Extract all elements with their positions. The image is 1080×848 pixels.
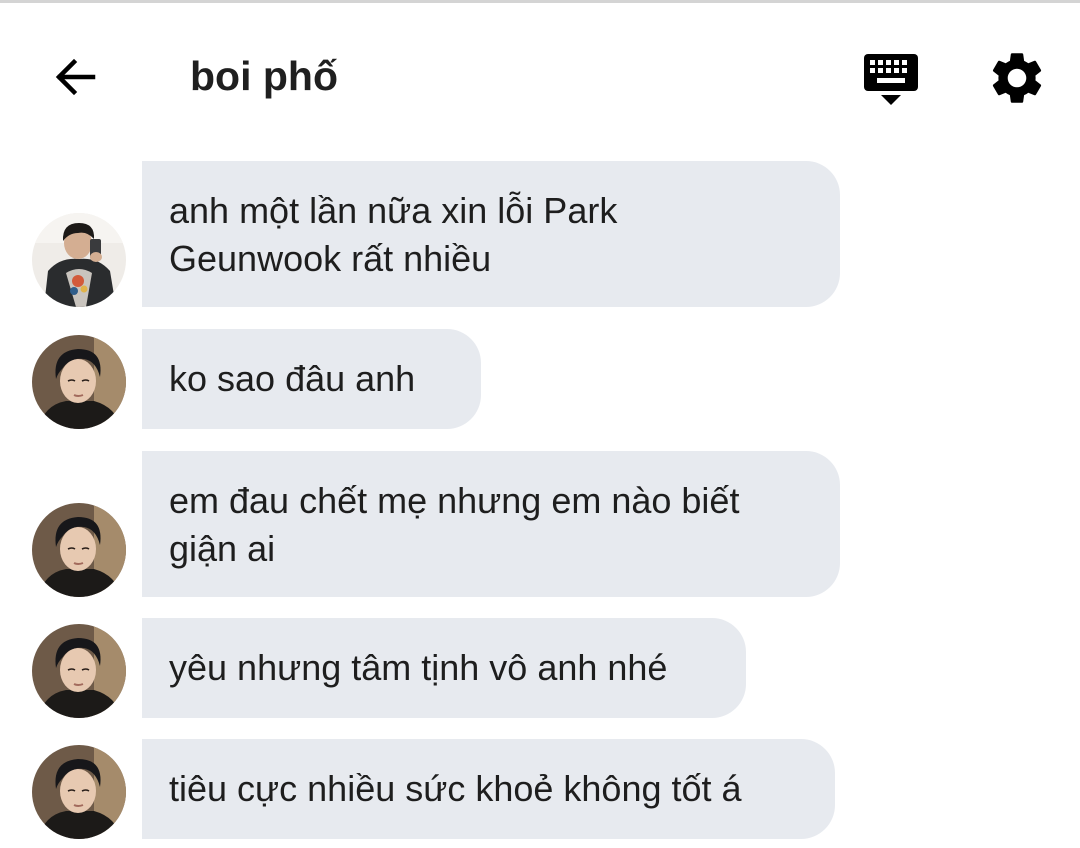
message-text-line: giận ai	[169, 528, 276, 569]
back-button[interactable]	[44, 47, 104, 107]
portrait-photo	[32, 503, 126, 597]
chat-header: boi phố	[0, 3, 1080, 143]
avatar[interactable]	[32, 624, 126, 718]
message-bubble[interactable]: em đau chết mẹ nhưng em nào biết giận ai	[142, 451, 840, 597]
message-text-line: ko sao đâu anh	[169, 358, 416, 399]
gear-icon	[992, 53, 1042, 103]
keyboard-hide-icon	[864, 54, 918, 105]
avatar[interactable]	[32, 503, 126, 597]
avatar[interactable]	[32, 335, 126, 429]
message-text-line: anh một lần nữa xin lỗi Park	[169, 190, 618, 231]
message-text-line: tiêu cực nhiều sức khoẻ không tốt á	[169, 768, 742, 809]
message-text-line: yêu nhưng tâm tịnh vô anh nhé	[169, 647, 668, 688]
message-bubble[interactable]: yêu nhưng tâm tịnh vô anh nhé	[142, 618, 746, 718]
message-text-line: Geunwook rất nhiều	[169, 238, 492, 279]
message-bubble[interactable]: ko sao đâu anh	[142, 329, 481, 429]
avatar[interactable]	[32, 213, 126, 307]
portrait-photo	[32, 335, 126, 429]
avatar[interactable]	[32, 745, 126, 839]
message-text-line: em đau chết mẹ nhưng em nào biết	[169, 480, 740, 521]
mirror-selfie-photo	[32, 213, 126, 307]
conversation-title: boi phố	[190, 53, 339, 99]
message-bubble[interactable]: tiêu cực nhiều sức khoẻ không tốt á	[142, 739, 835, 839]
settings-button[interactable]	[986, 47, 1048, 109]
portrait-photo	[32, 745, 126, 839]
message-bubble[interactable]: anh một lần nữa xin lỗi Park Geunwook rấ…	[142, 161, 840, 307]
portrait-photo	[32, 624, 126, 718]
keyboard-toggle-button[interactable]	[860, 51, 924, 111]
arrow-left-icon	[55, 58, 96, 96]
